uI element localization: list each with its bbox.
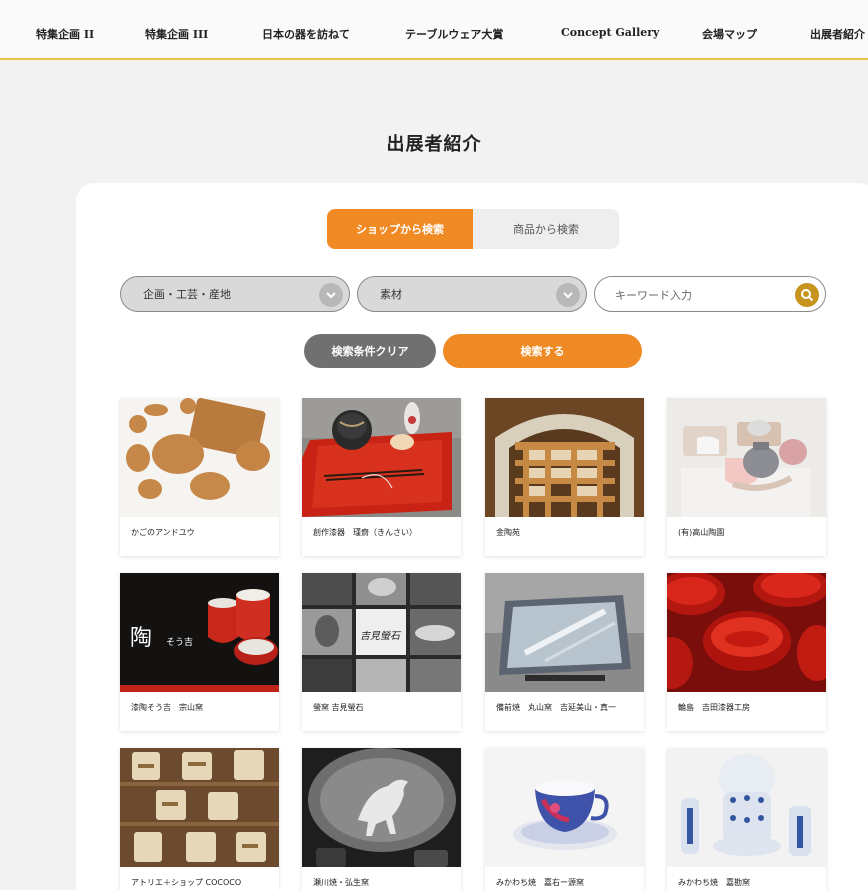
exhibitor-name: 備前焼 丸山窯 吉延美山・真一 — [496, 703, 616, 712]
exhibitor-name: 瀬川焼・弘生窯 — [313, 878, 369, 887]
nav-item-special-3[interactable]: 特集企画 III — [145, 26, 208, 42]
tab-product-search[interactable]: 商品から検索 — [473, 209, 619, 249]
exhibitor-thumbnail-collage: 吉見螢石 — [302, 573, 461, 692]
thumb-text: 陶 — [130, 626, 152, 651]
exhibitor-thumbnail-horse-plate — [302, 748, 461, 867]
exhibitor-name: アトリエ＋ショップ COCOCO — [131, 878, 242, 887]
exhibitor-thumbnail-red-bowls — [667, 573, 826, 692]
exhibitor-card[interactable]: 創作漆器 瑾齋（きんさい） — [302, 398, 461, 556]
exhibitor-card[interactable]: 輪島 吉田漆器工房 — [667, 573, 826, 731]
exhibitor-thumbnail-red-mugs: 陶 そう吉 — [120, 573, 279, 692]
top-nav: 特集企画 II 特集企画 III 日本の器を訪ねて テーブルウェア大賞 Conc… — [0, 0, 868, 60]
thumb-text: そう吉 — [166, 637, 193, 648]
exhibitor-card[interactable]: かごのアンドユウ — [120, 398, 279, 556]
nav-item-japan-vessels[interactable]: 日本の器を訪ねて — [262, 26, 350, 42]
keyword-field — [594, 276, 826, 312]
exhibitor-name: 漆陶そう吉 宗山窯 — [131, 703, 203, 712]
nav-item-concept-gallery[interactable]: Concept Gallery — [561, 26, 659, 39]
chevron-down-icon — [319, 283, 343, 307]
exhibitor-name: みかわち焼 嘉勘窯 — [678, 878, 750, 887]
exhibitor-card[interactable]: (有)高山陶園 — [667, 398, 826, 556]
search-tabs: ショップから検索 商品から検索 — [327, 209, 619, 249]
exhibitor-card[interactable]: アトリエ＋ショップ COCOCO — [120, 748, 279, 890]
exhibitor-name: みかわち焼 嘉右ー源窯 — [496, 878, 584, 887]
exhibitor-thumbnail-pastel-teaware — [667, 398, 826, 517]
nav-item-special-2[interactable]: 特集企画 II — [36, 26, 94, 42]
exhibitor-card[interactable]: 備前焼 丸山窯 吉延美山・真一 — [485, 573, 644, 731]
exhibitor-name: 創作漆器 瑾齋（きんさい） — [313, 528, 417, 537]
nav-item-tableware-award[interactable]: テーブルウェア大賞 — [405, 26, 503, 42]
exhibitor-thumbnail-teacup — [485, 748, 644, 867]
exhibitor-card[interactable]: みかわち焼 嘉右ー源窯 — [485, 748, 644, 890]
exhibitor-name: (有)高山陶園 — [678, 528, 725, 537]
category-select-value: 企画・工芸・産地 — [143, 288, 231, 301]
exhibitor-thumbnail-kiln-shelves — [485, 398, 644, 517]
material-select[interactable]: 素材 — [357, 276, 587, 312]
exhibitor-name: かごのアンドユウ — [131, 528, 195, 537]
exhibitor-thumbnail-baskets — [120, 398, 279, 517]
chevron-down-icon — [556, 283, 580, 307]
exhibitor-card[interactable]: 吉見螢石 螢窯 吉見螢石 — [302, 573, 461, 731]
tab-shop-search[interactable]: ショップから検索 — [327, 209, 473, 249]
exhibitor-name: 金陶苑 — [496, 528, 520, 537]
exhibitor-thumbnail-openwork-porcelain — [667, 748, 826, 867]
exhibitor-thumbnail-bizen-plate — [485, 573, 644, 692]
exhibitor-name: 螢窯 吉見螢石 — [313, 703, 364, 712]
search-icon[interactable] — [795, 283, 819, 307]
exhibitor-card[interactable]: みかわち焼 嘉勘窯 — [667, 748, 826, 890]
exhibitor-card[interactable]: 陶 そう吉 漆陶そう吉 宗山窯 — [120, 573, 279, 731]
exhibitor-card[interactable]: 金陶苑 — [485, 398, 644, 556]
thumb-text: 吉見螢石 — [360, 630, 402, 642]
keyword-input[interactable] — [615, 286, 785, 304]
category-select[interactable]: 企画・工芸・産地 — [120, 276, 350, 312]
material-select-value: 素材 — [380, 288, 402, 301]
clear-conditions-button[interactable]: 検索条件クリア — [304, 334, 436, 368]
search-button[interactable]: 検索する — [443, 334, 642, 368]
page-title: 出展者紹介 — [386, 134, 482, 155]
exhibitor-thumbnail-lacquer-tray — [302, 398, 461, 517]
exhibitor-thumbnail-mugs-on-shelf — [120, 748, 279, 867]
nav-item-venue-map[interactable]: 会場マップ — [702, 26, 757, 42]
exhibitor-name: 輪島 吉田漆器工房 — [678, 703, 750, 712]
nav-item-exhibitors[interactable]: 出展者紹介 — [810, 26, 865, 42]
exhibitor-card[interactable]: 瀬川焼・弘生窯 — [302, 748, 461, 890]
